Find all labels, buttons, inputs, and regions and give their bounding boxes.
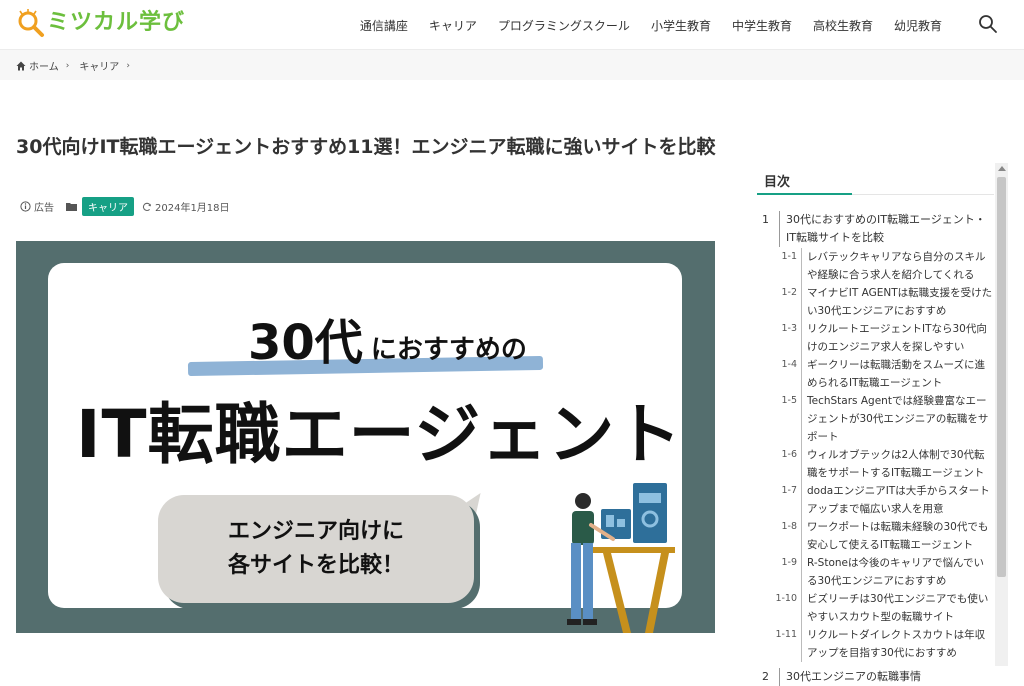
info-icon [20,201,31,212]
hero-image: 30代 におすすめの IT転職エージェント エンジニア向けに 各サイトを比較！ [16,241,715,633]
ad-label: 広告 [20,199,54,214]
engineer-illustration [567,483,675,633]
breadcrumb: ホーム › キャリア › [16,58,137,73]
toc-item[interactable]: 2 30代エンジニアの転職事情 [757,668,994,686]
toc-item-number: 1-8 [781,521,797,532]
toc-subitem[interactable]: 1-1 レバテックキャリアなら自分のスキルや経験に合う求人を紹介してくれる [757,248,994,284]
toc-item-text: 30代におすすめのIT転職エージェント・IT転職サイトを比較 [779,211,994,247]
toc-item-text: リクルートエージェントITなら30代向けのエンジニア求人を探しやすい [801,320,994,356]
toc-item-number: 1-3 [781,323,797,334]
toc-item-number: 1-5 [781,395,797,406]
folder-icon [66,203,77,211]
update-date: 2024年1月18日 [142,199,230,214]
toc-item-number: 1-6 [781,449,797,460]
logo-text: ミツカル学び [47,10,186,35]
toc-item-number: 1 [762,213,769,226]
toc-subitem[interactable]: 1-2 マイナビIT AGENTは転職支援を受けたい30代エンジニアにおすすめ [757,284,994,320]
chevron-right-icon: › [65,60,70,71]
toc-subitem[interactable]: 1-8 ワークポートは転職未経験の30代でも安心して使えるIT転職エージェント [757,518,994,554]
main-nav: 通信講座 キャリア プログラミングスクール 小学生教育 中学生教育 高校生教育 … [339,0,942,50]
category-badge[interactable]: キャリア [82,197,134,216]
breadcrumb-home[interactable]: ホーム [29,58,59,73]
toc-item-text: R-Stoneは今後のキャリアで悩んでいる30代エンジニアにおすすめ [801,554,994,590]
article-meta: 広告 キャリア 2024年1月18日 [20,197,230,216]
scroll-up-arrow-icon[interactable] [998,166,1006,171]
update-date-text: 2024年1月18日 [155,203,230,214]
hero-main-text: IT転職エージェント [76,396,683,473]
nav-item-elementary[interactable]: 小学生教育 [651,17,711,34]
toc-subitem[interactable]: 1-9 R-Stoneは今後のキャリアで悩んでいる30代エンジニアにおすすめ [757,554,994,590]
hero-line1: 30代 におすすめの [248,319,527,367]
toc-item-number: 1-7 [781,485,797,496]
toc-subitem[interactable]: 1-10 ビズリーチは30代エンジニアでも使いやすいスカウト型の転職サイト [757,590,994,626]
site-header: ミツカル学び 通信講座 キャリア プログラミングスクール 小学生教育 中学生教育… [0,0,1024,50]
scroll-thumb[interactable] [997,177,1006,577]
magnifier-logo-icon [18,9,44,37]
toc-item-number: 2 [762,670,769,683]
toc-heading: 目次 [757,163,994,195]
toc-subitem[interactable]: 1-4 ギークリーは転職活動をスムーズに進められるIT転職エージェント [757,356,994,392]
article-title: 30代向けIT転職エージェントおすすめ11選！エンジニア転職に強いサイトを比較 [16,136,716,158]
toc-subitem[interactable]: 1-6 ウィルオブテックは2人体制で30代転職をサポートするIT転職エージェント [757,446,994,482]
nav-item-junior-high[interactable]: 中学生教育 [732,17,792,34]
toc-subitem[interactable]: 1-11 リクルートダイレクトスカウトは年収アップを目指す30代におすすめ [757,626,994,662]
toc-item[interactable]: 1 30代におすすめのIT転職エージェント・IT転職サイトを比較 [757,211,994,247]
toc-item-text: ギークリーは転職活動をスムーズに進められるIT転職エージェント [801,356,994,392]
refresh-icon [142,202,152,211]
breadcrumb-category[interactable]: キャリア [79,58,119,73]
search-icon[interactable] [978,14,998,34]
toc-item-text: マイナビIT AGENTは転職支援を受けたい30代エンジニアにおすすめ [801,284,994,320]
bubble-line2: 各サイトを比較！ [227,553,404,578]
site-logo[interactable]: ミツカル学び [16,8,185,38]
toc-scrollbar[interactable] [995,163,1008,666]
toc-item-text: dodaエンジニアITは大手からスタートアップまで幅広い求人を用意 [801,482,994,518]
toc-item-text: TechStars Agentでは経験豊富なエージェントが30代エンジニアの転職… [801,392,994,446]
toc-subitem[interactable]: 1-7 dodaエンジニアITは大手からスタートアップまで幅広い求人を用意 [757,482,994,518]
chevron-right-icon: › [126,60,130,71]
ad-label-text: 広告 [34,203,54,214]
toc-list: 1 30代におすすめのIT転職エージェント・IT転職サイトを比較 1-1 レバテックキ… [757,211,994,686]
nav-item-preschool[interactable]: 幼児教育 [894,17,942,34]
hero-card: 30代 におすすめの IT転職エージェント エンジニア向けに 各サイトを比較！ [48,263,683,633]
breadcrumb-bar: ホーム › キャリア › [0,50,1024,80]
toc-item-text: ウィルオブテックは2人体制で30代転職をサポートするIT転職エージェント [801,446,994,482]
toc-item-number: 1-2 [781,287,797,298]
table-of-contents: 目次 1 30代におすすめのIT転職エージェント・IT転職サイトを比較 1-1 レバテ… [757,163,994,686]
home-icon [16,61,26,70]
nav-item-programming[interactable]: プログラミングスクール [498,17,630,34]
toc-item-text: リクルートダイレクトスカウトは年収アップを目指す30代におすすめ [801,626,994,662]
toc-item-text: レバテックキャリアなら自分のスキルや経験に合う求人を紹介してくれる [801,248,994,284]
toc-item-number: 1-9 [781,557,797,568]
toc-item-number: 1-10 [775,593,797,604]
toc-item-number: 1-11 [775,629,797,640]
toc-item-number: 1-1 [781,251,797,262]
bubble-line1: エンジニア向けに [227,519,404,544]
hero-30dai: 30代 [248,315,363,371]
hero-ni-osusume: におすすめの [370,335,527,365]
nav-item-high-school[interactable]: 高校生教育 [813,17,873,34]
toc-item-number: 1-4 [781,359,797,370]
toc-item-text: ビズリーチは30代エンジニアでも使いやすいスカウト型の転職サイト [801,590,994,626]
toc-subitem[interactable]: 1-3 リクルートエージェントITなら30代向けのエンジニア求人を探しやすい [757,320,994,356]
toc-item-text: ワークポートは転職未経験の30代でも安心して使えるIT転職エージェント [801,518,994,554]
nav-item-career[interactable]: キャリア [429,17,477,34]
bubble-text: エンジニア向けに 各サイトを比較！ [158,515,474,583]
speech-bubble: エンジニア向けに 各サイトを比較！ [158,495,474,603]
toc-subitem[interactable]: 1-5 TechStars Agentでは経験豊富なエージェントが30代エンジニア… [757,392,994,446]
toc-item-text: 30代エンジニアの転職事情 [779,668,994,686]
nav-item-tsushin[interactable]: 通信講座 [360,17,408,34]
